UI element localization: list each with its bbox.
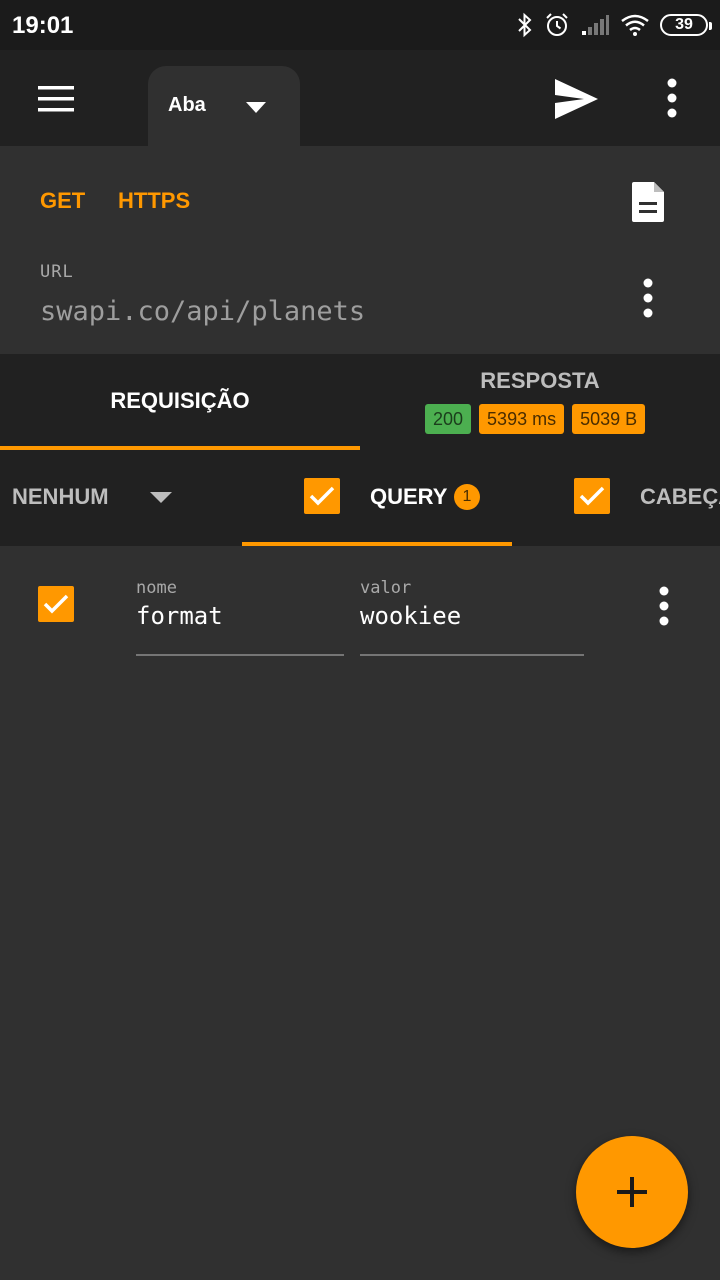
checkmark-icon (43, 594, 69, 614)
status-code-badge: 200 (425, 404, 472, 434)
response-badges: 200 5393 ms 5039 B (425, 404, 646, 434)
battery-indicator: 39 (660, 14, 712, 36)
tab-headers[interactable]: CABEÇALHOS (640, 484, 720, 510)
tab-selector-label: Aba (168, 94, 206, 116)
more-vertical-icon (667, 78, 677, 118)
main-tabs: REQUISIÇÃO RESPOSTA 200 5393 ms 5039 B (0, 354, 720, 450)
signal-icon (582, 15, 609, 35)
status-bar: 19:01 39 (0, 0, 720, 50)
url-options-button[interactable] (636, 278, 660, 318)
param-options-button[interactable] (652, 586, 676, 626)
duration-badge: 5393 ms (479, 404, 565, 434)
alarm-icon (546, 13, 568, 36)
scheme-selector[interactable]: HTTPS (118, 188, 190, 214)
param-name-input[interactable]: format (136, 602, 223, 630)
checkmark-icon (579, 486, 605, 506)
add-param-button[interactable] (576, 1136, 688, 1248)
document-icon (632, 182, 664, 222)
url-input[interactable]: swapi.co/api/planets (40, 296, 365, 327)
status-icons: 39 (516, 10, 712, 40)
query-enabled-checkbox[interactable] (304, 478, 340, 514)
send-button[interactable] (552, 76, 600, 122)
param-name-underline (136, 654, 344, 656)
url-label: URL (40, 262, 74, 282)
tab-request-label: REQUISIÇÃO (110, 388, 250, 413)
tab-query[interactable]: QUERY (370, 484, 447, 510)
caret-down-icon[interactable] (150, 492, 172, 504)
tab-response[interactable]: RESPOSTA 200 5393 ms 5039 B (360, 354, 720, 450)
body-document-button[interactable] (628, 180, 668, 224)
hamburger-icon (38, 86, 74, 112)
method-selector[interactable]: GET (40, 188, 85, 214)
send-icon (555, 79, 598, 119)
request-card: GET HTTPS URL swapi.co/api/planets (16, 146, 704, 354)
param-value-label: valor (360, 578, 412, 598)
bluetooth-icon (518, 12, 532, 38)
size-badge: 5039 B (572, 404, 646, 434)
auth-selector[interactable]: NENHUM (12, 484, 109, 510)
checkmark-icon (309, 486, 335, 506)
more-vertical-icon (659, 586, 669, 626)
wifi-icon (621, 14, 649, 36)
tab-selector[interactable]: Aba (148, 66, 300, 146)
app-bar: Aba (0, 50, 720, 146)
plus-icon (617, 1177, 647, 1207)
overflow-menu-button[interactable] (658, 78, 686, 118)
param-enabled-checkbox[interactable] (38, 586, 74, 622)
query-count-badge: 1 (454, 484, 480, 510)
param-value-underline (360, 654, 584, 656)
request-sub-tabs: NENHUM QUERY 1 CABEÇALHOS (0, 450, 720, 546)
query-param-row: nome format valor wookiee (0, 546, 720, 666)
param-name-label: nome (136, 578, 177, 598)
tab-response-label: RESPOSTA (480, 368, 600, 393)
menu-button[interactable] (36, 84, 76, 114)
tab-request[interactable]: REQUISIÇÃO (0, 354, 360, 450)
more-vertical-icon (643, 278, 653, 318)
status-time: 19:01 (12, 12, 74, 39)
param-value-input[interactable]: wookiee (360, 602, 461, 630)
headers-enabled-checkbox[interactable] (574, 478, 610, 514)
caret-down-icon (246, 102, 266, 113)
